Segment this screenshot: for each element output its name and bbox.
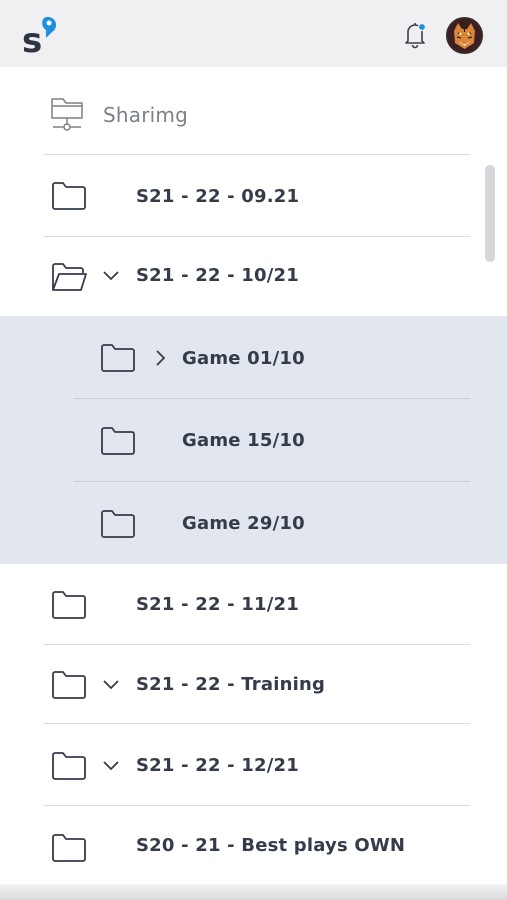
bell-icon[interactable] — [400, 19, 430, 49]
folder-label: S21 - 22 - 12/21 — [136, 755, 299, 776]
tiger-avatar-icon — [448, 19, 481, 52]
scrollbar-thumb[interactable] — [485, 165, 495, 262]
subfolder-row[interactable]: Game 01/10 — [0, 316, 507, 398]
folder-row[interactable]: S21 - 22 - 11/21 — [0, 564, 507, 644]
folder-row[interactable]: S21 - 22 - 12/21 — [0, 724, 507, 805]
shared-folder-icon — [51, 98, 83, 131]
folder-icon — [101, 427, 135, 455]
subfolder-row[interactable]: Game 29/10 — [0, 482, 507, 564]
folder-label: S21 - 22 - 11/21 — [136, 594, 299, 615]
subfolder-label: Game 15/10 — [182, 430, 305, 451]
folder-icon — [52, 752, 86, 780]
folder-row[interactable]: S20 - 21 - Best plays OWN — [0, 806, 507, 884]
bottom-edge — [0, 884, 507, 900]
chevron-down-icon[interactable] — [102, 757, 120, 775]
folder-icon — [52, 591, 86, 619]
folder-label: S21 - 22 - 10/21 — [136, 265, 299, 286]
folder-icon — [52, 834, 86, 862]
chevron-down-icon[interactable] — [102, 676, 120, 694]
subfolder-row[interactable]: Game 15/10 — [0, 399, 507, 481]
folder-icon — [101, 344, 135, 372]
folder-open-icon — [52, 263, 87, 291]
app-header: s — [0, 0, 507, 67]
chevron-right-icon[interactable] — [152, 349, 170, 367]
s-logo-icon[interactable]: s — [20, 12, 60, 56]
folder-row[interactable]: S21 - 22 - 09.21 — [0, 156, 507, 236]
subfolder-label: Game 01/10 — [182, 348, 305, 369]
root-folder-label: Sharimg — [103, 103, 188, 127]
svg-text:s: s — [22, 21, 42, 56]
folder-label: S21 - 22 - 09.21 — [136, 186, 300, 207]
user-avatar[interactable] — [446, 17, 483, 54]
folder-row-expanded[interactable]: S21 - 22 - 10/21 — [0, 237, 507, 316]
folder-label: S20 - 21 - Best plays OWN — [136, 835, 406, 856]
subfolder-label: Game 29/10 — [182, 513, 305, 534]
folder-icon — [101, 510, 135, 538]
folder-row[interactable]: S21 - 22 - Training — [0, 645, 507, 723]
folder-label: S21 - 22 - Training — [136, 674, 326, 695]
folder-icon — [52, 182, 86, 210]
divider — [44, 154, 470, 155]
chevron-down-icon[interactable] — [102, 267, 120, 285]
root-folder-row[interactable]: Sharimg — [0, 76, 507, 154]
folder-icon — [52, 671, 86, 699]
